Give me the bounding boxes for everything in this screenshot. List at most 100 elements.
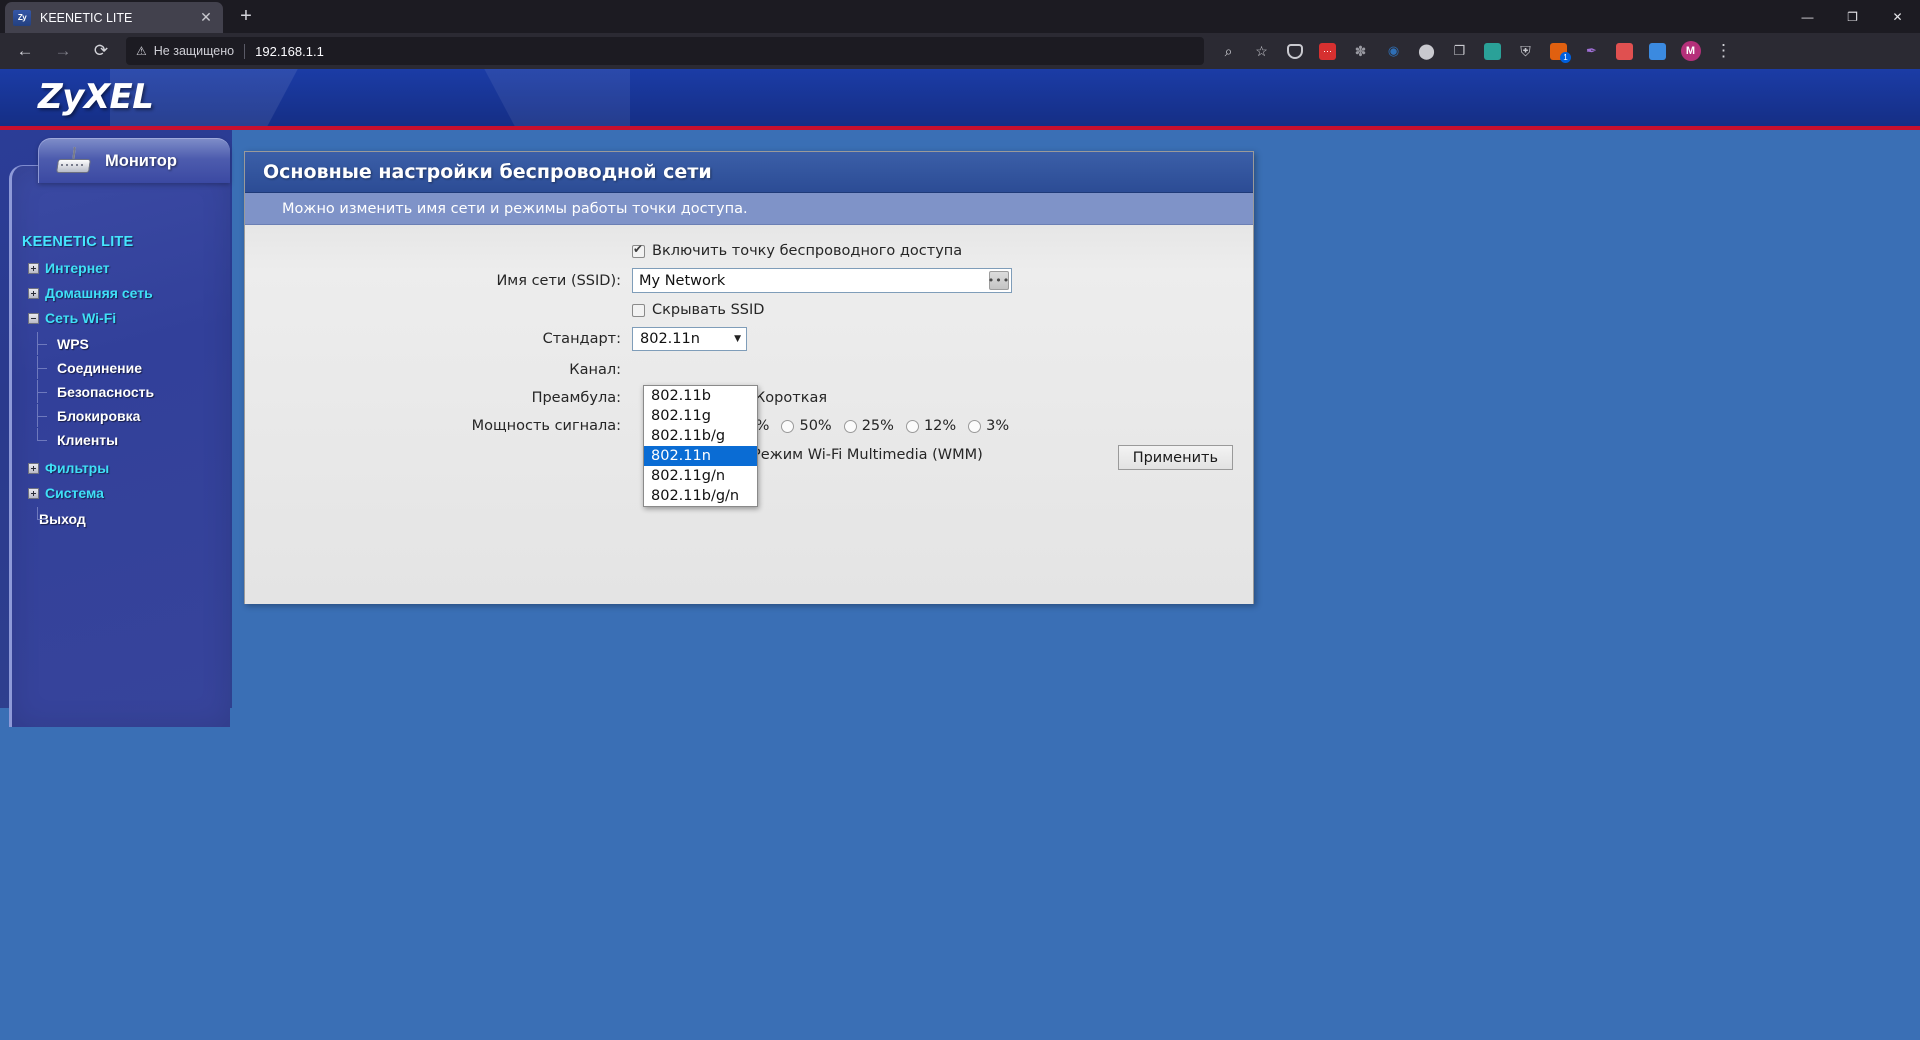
dropdown-option[interactable]: 802.11b/g/n	[644, 486, 757, 506]
back-icon[interactable]: ←	[9, 36, 41, 66]
preamble-label: Преамбула:	[245, 390, 632, 406]
teal-extension-icon[interactable]	[1477, 36, 1508, 66]
tree-connector	[37, 380, 50, 403]
standard-label: Стандарт:	[245, 331, 632, 347]
avatar[interactable]: M	[1675, 36, 1706, 66]
not-secure-warning-icon: ⚠	[136, 44, 147, 58]
sidebar-item-blocking[interactable]: Блокировка	[22, 404, 232, 427]
dropdown-option[interactable]: 802.11g/n	[644, 466, 757, 486]
tab-title: KEENETIC LITE	[40, 11, 197, 25]
dropdown-option[interactable]: 802.11g	[644, 406, 757, 426]
minimize-window-icon[interactable]: —	[1785, 0, 1830, 33]
address-bar[interactable]: ⚠ Не защищено 192.168.1.1	[126, 37, 1204, 65]
router-device-icon	[53, 147, 93, 175]
orange-badge-extension-icon[interactable]: 1	[1543, 36, 1574, 66]
sidebar: Монитор KEENETIC LITE Интернет Домашняя …	[0, 130, 232, 1040]
account-initial: M	[1681, 41, 1701, 61]
bookmark-star-icon[interactable]: ☆	[1246, 36, 1277, 66]
dropdown-option[interactable]: 802.11b	[644, 386, 757, 406]
sidebar-device-title: KEENETIC LITE	[22, 234, 232, 250]
tree-connector	[37, 332, 50, 355]
blue-extension-icon[interactable]	[1642, 36, 1673, 66]
sidebar-item-wifi-network[interactable]: Сеть Wi-Fi	[22, 307, 232, 329]
signal-power-radio-50[interactable]	[781, 420, 794, 433]
zyxel-logo: ZyXEL	[38, 77, 153, 117]
paw-extension-icon[interactable]: ✽	[1345, 36, 1376, 66]
circle-extension-icon[interactable]: ⬤	[1411, 36, 1442, 66]
hide-ssid-control[interactable]: Скрывать SSID	[632, 302, 764, 318]
router-web-page: ZyXEL Монитор KEENETIC LITE Интернет	[0, 69, 1920, 1040]
extension-badge-count: 1	[1560, 52, 1571, 63]
settings-panel: Основные настройки беспроводной сети Мож…	[244, 151, 1254, 604]
dropdown-option[interactable]: 802.11b/g	[644, 426, 757, 446]
browser-nav-bar: ← → ⟳ ⚠ Не защищено 192.168.1.1 ⌕ ☆ ⋯ ✽ …	[0, 33, 1920, 69]
sidebar-item-filters[interactable]: Фильтры	[22, 457, 232, 479]
sidebar-item-label: Сеть Wi-Fi	[45, 310, 116, 326]
glasses-extension-icon[interactable]: ◉	[1378, 36, 1409, 66]
extension-red-icon[interactable]: ⋯	[1312, 36, 1343, 66]
maximize-window-icon[interactable]: ❐	[1830, 0, 1875, 33]
sidebar-subitem-label: Безопасность	[57, 384, 154, 400]
purple-extension-icon[interactable]: ✒	[1576, 36, 1607, 66]
apply-row: Применить	[1118, 445, 1233, 470]
app-menu-icon[interactable]: ⋮	[1708, 36, 1739, 66]
apply-button[interactable]: Применить	[1118, 445, 1233, 470]
close-tab-icon[interactable]: ✕	[197, 9, 215, 27]
enable-ap-checkbox[interactable]	[632, 245, 645, 258]
reload-icon[interactable]: ⟳	[85, 36, 117, 66]
sidebar-item-clients[interactable]: Клиенты	[22, 428, 232, 451]
url-divider	[244, 44, 245, 59]
page-title: Основные настройки беспроводной сети	[245, 152, 1253, 193]
shield-extension-icon[interactable]: ⛨	[1510, 36, 1541, 66]
ssid-value: My Network	[639, 273, 725, 289]
sidebar-item-logout[interactable]: Выход	[22, 507, 232, 530]
sidebar-item-home-network[interactable]: Домашняя сеть	[22, 282, 232, 304]
monitor-tab[interactable]: Монитор	[38, 138, 230, 183]
enable-ap-control[interactable]: Включить точку беспроводного доступа	[632, 243, 962, 259]
dropdown-option-selected[interactable]: 802.11n	[644, 446, 757, 466]
tree-connector	[37, 428, 50, 451]
channel-label: Канал:	[245, 362, 632, 378]
expand-plus-icon[interactable]	[28, 263, 39, 274]
monitor-tab-label: Монитор	[105, 152, 177, 171]
zyxel-brand-header: ZyXEL	[0, 69, 1920, 126]
standard-dropdown-list[interactable]: 802.11b 802.11g 802.11b/g 802.11n 802.11…	[643, 385, 758, 507]
enable-ap-label: Включить точку беспроводного доступа	[652, 243, 962, 259]
sidebar-item-wps[interactable]: WPS	[22, 332, 232, 355]
pocket-icon[interactable]	[1279, 36, 1310, 66]
new-tab-button[interactable]: +	[231, 2, 261, 32]
sidebar-item-internet[interactable]: Интернет	[22, 257, 232, 279]
close-window-icon[interactable]: ✕	[1875, 0, 1920, 33]
signal-power-radio-25[interactable]	[844, 420, 857, 433]
sidebar-item-label: Домашняя сеть	[45, 285, 153, 301]
sidebar-item-label: Интернет	[45, 260, 110, 276]
tree-connector	[37, 356, 50, 379]
browser-tab[interactable]: Zy KEENETIC LITE ✕	[5, 2, 223, 33]
pocket-glyph	[1287, 44, 1303, 59]
signal-power-radio-12[interactable]	[906, 420, 919, 433]
enable-ap-row: Включить точку беспроводного доступа	[245, 243, 1233, 259]
header-red-divider	[0, 126, 1920, 130]
forward-icon[interactable]: →	[47, 36, 79, 66]
sidebar-item-security[interactable]: Безопасность	[22, 380, 232, 403]
video-extension-icon[interactable]	[1609, 36, 1640, 66]
sidebar-item-system[interactable]: Система	[22, 482, 232, 504]
signal-power-radio-3[interactable]	[968, 420, 981, 433]
zoom-search-icon[interactable]: ⌕	[1213, 36, 1244, 66]
collapse-minus-icon[interactable]	[28, 313, 39, 324]
hide-ssid-checkbox[interactable]	[632, 304, 645, 317]
signal-power-option-50: 50%	[799, 418, 831, 434]
standard-select[interactable]: 802.11n ▼	[632, 327, 747, 351]
expand-plus-icon[interactable]	[28, 463, 39, 474]
channel-row: Канал:	[245, 362, 1233, 378]
expand-plus-icon[interactable]	[28, 288, 39, 299]
ssid-input[interactable]: My Network •••	[632, 268, 1012, 293]
grid-extension-icon[interactable]: ❐	[1444, 36, 1475, 66]
standard-selected-value: 802.11n	[640, 331, 700, 347]
expand-plus-icon[interactable]	[28, 488, 39, 499]
ssid-browse-icon[interactable]: •••	[989, 271, 1009, 290]
sidebar-item-connection[interactable]: Соединение	[22, 356, 232, 379]
chevron-down-icon: ▼	[734, 334, 741, 344]
preamble-short-label: Короткая	[755, 390, 827, 406]
sidebar-subitem-label: Блокировка	[57, 408, 140, 424]
